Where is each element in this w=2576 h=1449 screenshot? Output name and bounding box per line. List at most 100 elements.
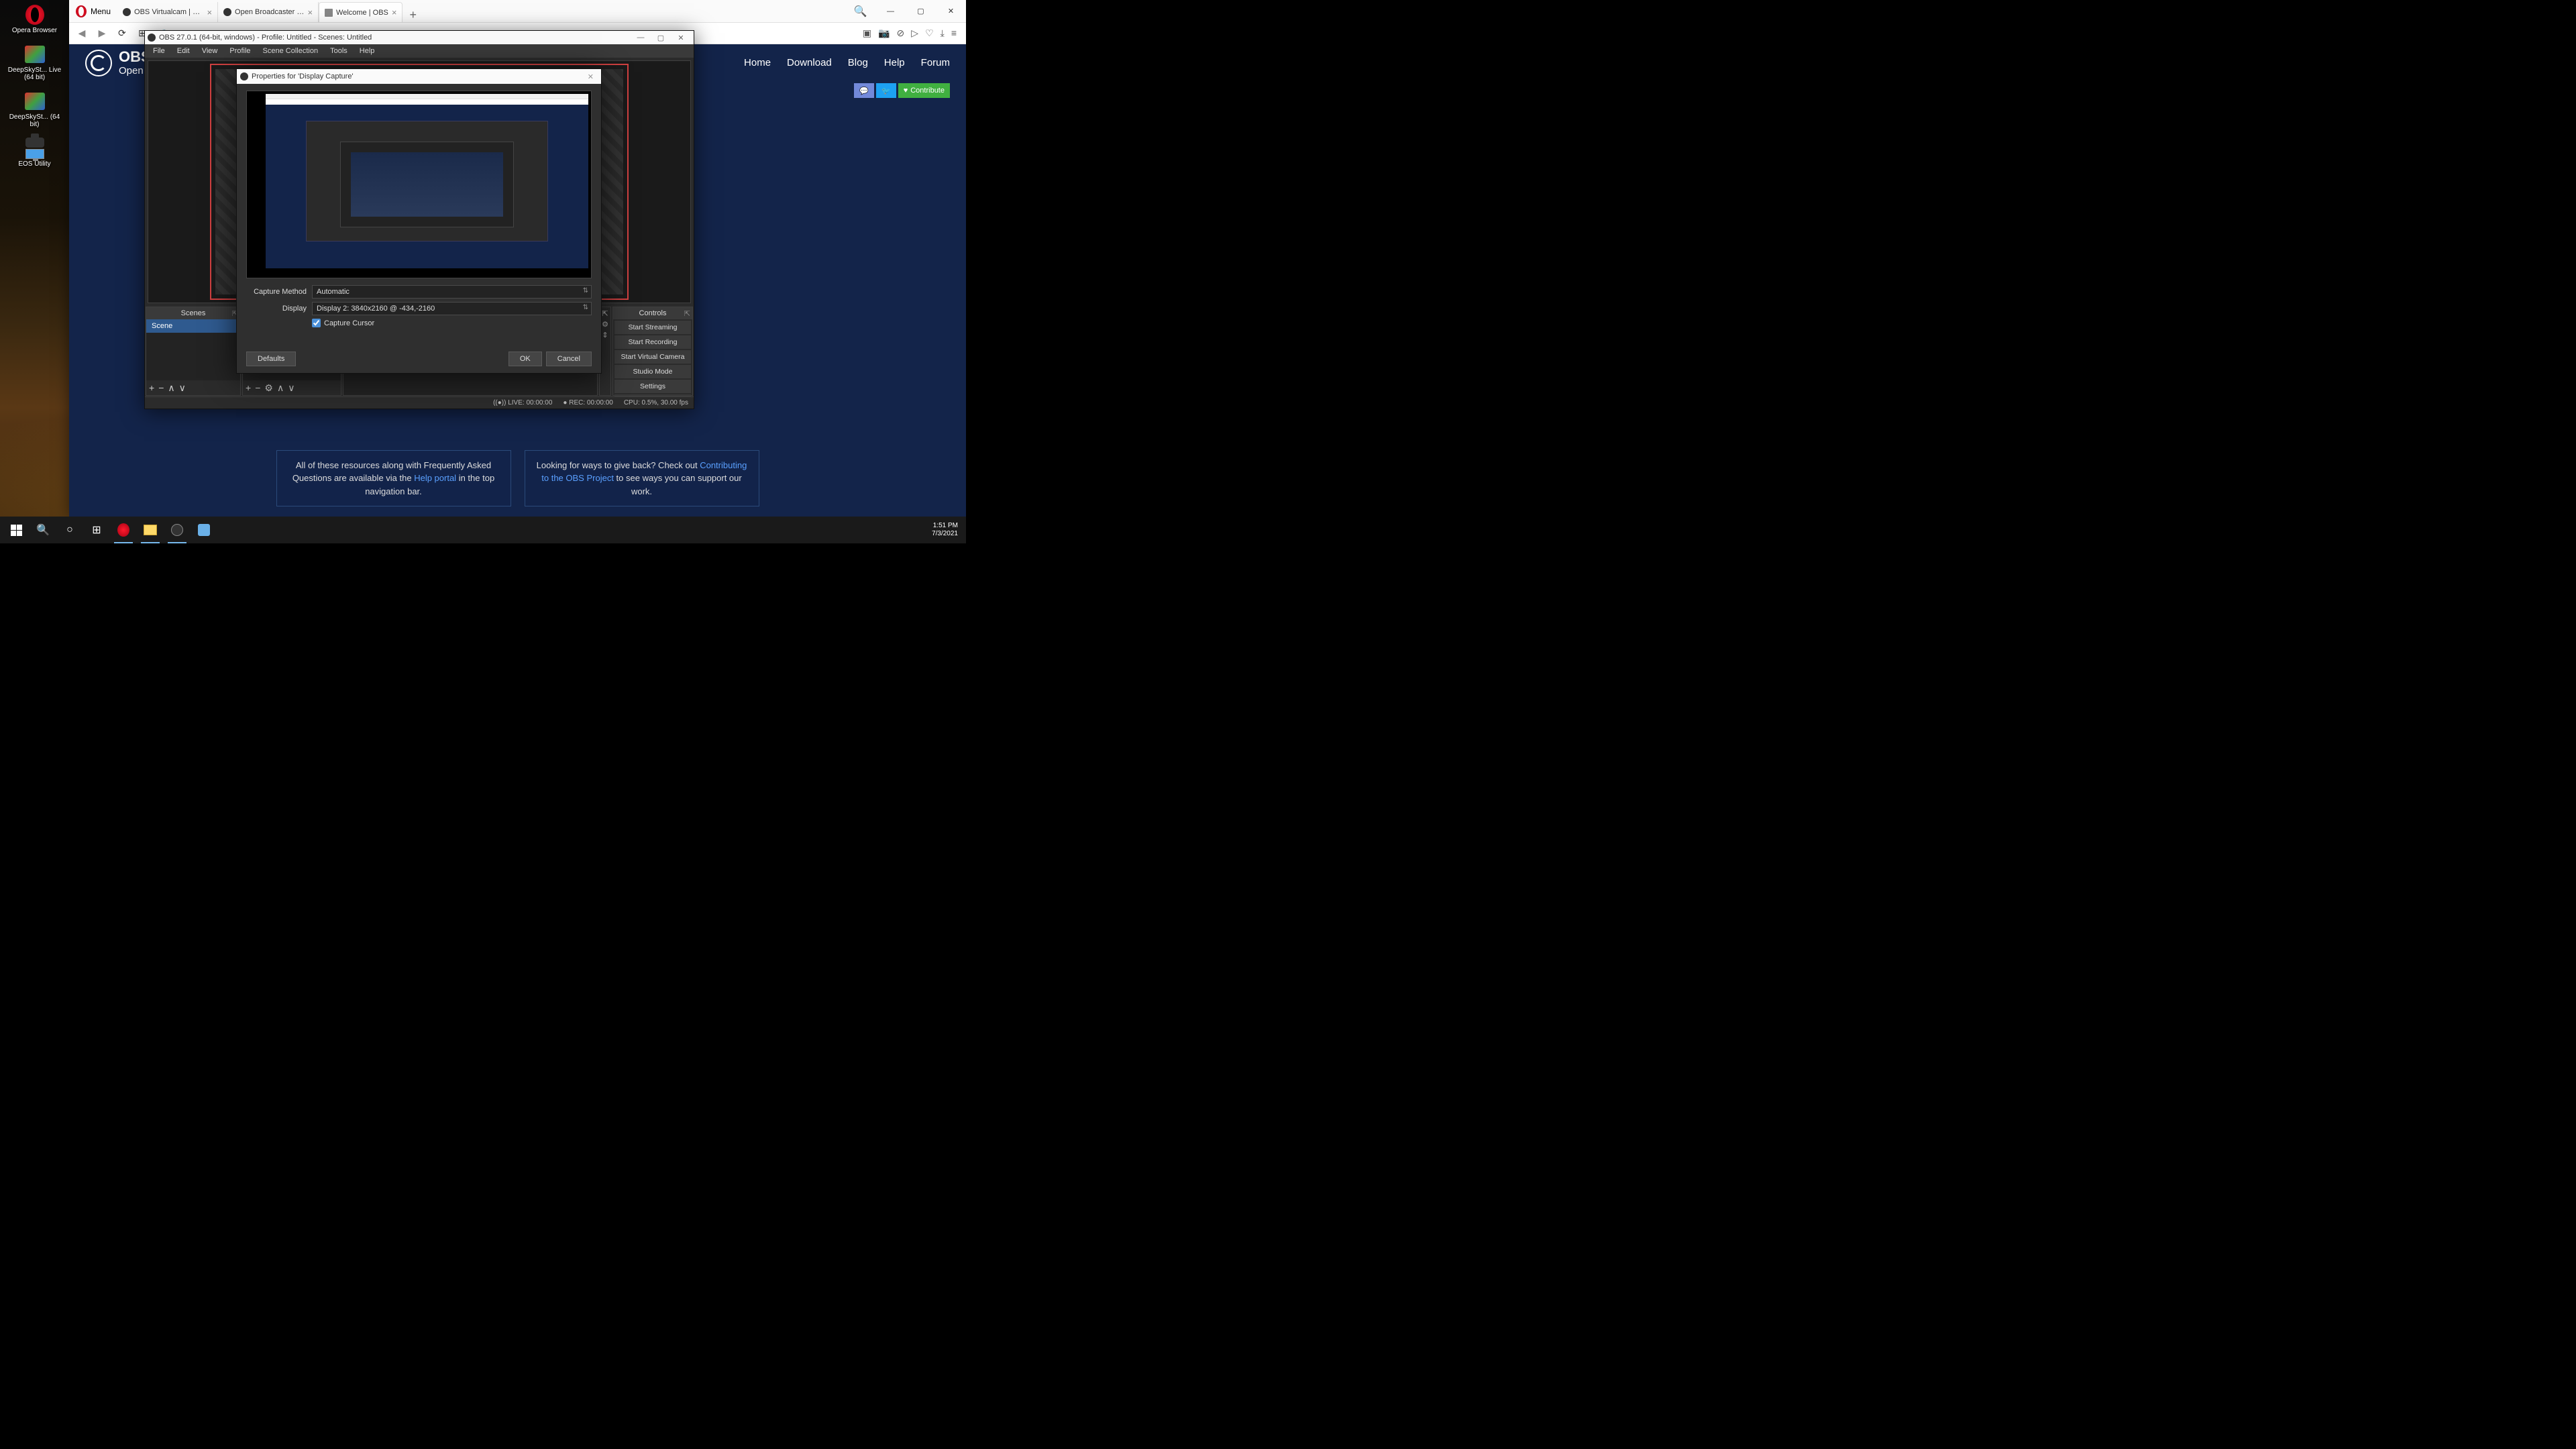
search-button[interactable]: 🔍 — [30, 517, 56, 543]
task-view-button[interactable]: ⊞ — [83, 517, 110, 543]
cancel-button[interactable]: Cancel — [546, 352, 592, 366]
new-tab-button[interactable]: + — [402, 8, 423, 22]
capture-cursor-checkbox[interactable] — [312, 319, 321, 327]
defaults-button[interactable]: Defaults — [246, 352, 296, 366]
monitor-icon — [25, 149, 44, 159]
remove-icon[interactable]: − — [158, 382, 164, 393]
ok-button[interactable]: OK — [508, 352, 542, 366]
taskbar-opera[interactable] — [110, 517, 137, 543]
controls-panel: Controls⇱ Start Streaming Start Recordin… — [612, 307, 693, 396]
display-select[interactable]: Display 2: 3840x2160 @ -434,-2160 — [312, 302, 592, 315]
remove-icon[interactable]: − — [255, 382, 260, 393]
popout-icon[interactable]: ⇱ — [684, 309, 690, 318]
minimize-button[interactable]: — — [631, 34, 651, 42]
taskbar-explorer[interactable] — [137, 517, 164, 543]
tab-open-broadcaster[interactable]: Open Broadcaster Softwar... × — [218, 2, 319, 22]
contribute-button[interactable]: ♥ Contribute — [898, 83, 950, 98]
capture-cursor-label: Capture Cursor — [324, 319, 374, 327]
obs-menubar: File Edit View Profile Scene Collection … — [145, 44, 694, 58]
tab-title: OBS Virtualcam | OBS Foru... — [134, 8, 203, 16]
gear-icon[interactable]: ⚙ — [264, 382, 273, 394]
card-text: Looking for ways to give back? Check out — [537, 460, 700, 470]
maximize-button[interactable]: ▢ — [651, 34, 671, 42]
easy-setup-icon[interactable]: ≡ — [951, 28, 957, 39]
nav-blog[interactable]: Blog — [848, 57, 868, 68]
desktop-icon-opera[interactable]: Opera Browser — [3, 3, 66, 36]
close-button[interactable]: ✕ — [584, 72, 598, 81]
start-button[interactable] — [3, 517, 30, 543]
add-icon[interactable]: + — [149, 382, 154, 393]
close-tab-icon[interactable]: × — [307, 7, 313, 17]
menu-scene-collection[interactable]: Scene Collection — [258, 46, 324, 56]
capture-method-row: Capture Method Automatic — [246, 285, 592, 299]
adblock-icon[interactable]: ⊘ — [897, 28, 905, 39]
camera-icon[interactable]: 📷 — [878, 28, 890, 39]
start-recording-button[interactable]: Start Recording — [614, 335, 691, 349]
obs-window-controls: — ▢ ✕ — [631, 34, 691, 42]
down-icon[interactable]: ∨ — [179, 382, 186, 394]
forward-button[interactable]: ▶ — [95, 26, 109, 41]
desktop-icon-eos[interactable]: EOS Utility — [3, 136, 66, 169]
rec-status: ● REC: 00:00:00 — [563, 399, 612, 407]
settings-button[interactable]: Settings — [614, 380, 691, 393]
obs-titlebar[interactable]: OBS 27.0.1 (64-bit, windows) - Profile: … — [145, 31, 694, 44]
search-tabs-icon[interactable]: 🔍 — [845, 0, 875, 22]
taskbar-obs[interactable] — [164, 517, 191, 543]
discord-button[interactable]: 💬 — [854, 83, 874, 98]
studio-mode-button[interactable]: Studio Mode — [614, 365, 691, 378]
desktop-icon-dss-live[interactable]: DeepSkySt... Live (64 bit) — [3, 42, 66, 83]
capture-method-label: Capture Method — [246, 288, 307, 296]
tab-obs-virtualcam[interactable]: OBS Virtualcam | OBS Foru... × — [117, 2, 218, 22]
menu-help[interactable]: Help — [354, 46, 380, 56]
nav-forum[interactable]: Forum — [921, 57, 950, 68]
menu-view[interactable]: View — [197, 46, 223, 56]
back-button[interactable]: ◀ — [74, 26, 89, 41]
popout-icon[interactable]: ⇱ — [602, 309, 608, 318]
downloads-icon[interactable]: ⤓ — [941, 28, 945, 39]
nav-home[interactable]: Home — [744, 57, 771, 68]
down-icon[interactable]: ∨ — [288, 382, 294, 394]
add-icon[interactable]: + — [246, 382, 251, 393]
gear-icon[interactable]: ⚙ — [602, 320, 608, 329]
up-icon[interactable]: ∧ — [168, 382, 174, 394]
taskbar-app[interactable] — [191, 517, 217, 543]
close-tab-icon[interactable]: × — [207, 7, 212, 17]
start-streaming-button[interactable]: Start Streaming — [614, 321, 691, 334]
browser-tab-bar: Menu OBS Virtualcam | OBS Foru... × Open… — [69, 0, 966, 23]
up-icon[interactable]: ∧ — [277, 382, 284, 394]
nav-download[interactable]: Download — [787, 57, 832, 68]
minimize-button[interactable]: — — [875, 0, 906, 22]
reload-button[interactable]: ⟳ — [115, 26, 129, 41]
close-tab-icon[interactable]: × — [392, 7, 397, 17]
heart-icon[interactable]: ♡ — [925, 28, 934, 39]
favicon — [123, 8, 131, 16]
twitter-button[interactable]: 🐦 — [876, 83, 896, 98]
close-button[interactable]: ✕ — [936, 0, 966, 22]
dialog-buttons: Defaults OK Cancel — [237, 346, 601, 373]
properties-titlebar[interactable]: Properties for 'Display Capture' ✕ — [237, 69, 601, 84]
opera-menu-button[interactable]: Menu — [69, 0, 117, 22]
help-portal-link[interactable]: Help portal — [414, 473, 456, 483]
menu-profile[interactable]: Profile — [224, 46, 256, 56]
system-tray[interactable]: 1:51 PM 7/3/2021 — [932, 522, 963, 538]
vpn-icon[interactable]: ▷ — [911, 28, 918, 39]
toolbar-actions: ▣ 📷 ⊘ ▷ ♡ ⤓ ≡ — [859, 28, 961, 39]
desktop-icon-dss[interactable]: DeepSkySt... (64 bit) — [3, 89, 66, 129]
menu-tools[interactable]: Tools — [325, 46, 353, 56]
capture-method-select[interactable]: Automatic — [312, 285, 592, 299]
nav-help[interactable]: Help — [884, 57, 905, 68]
site-nav: Home Download Blog Help Forum — [744, 57, 950, 68]
tab-welcome-obs[interactable]: Welcome | OBS × — [319, 2, 402, 22]
maximize-button[interactable]: ▢ — [906, 0, 936, 22]
updown-icon[interactable]: ⇕ — [602, 331, 608, 339]
menu-edit[interactable]: Edit — [172, 46, 195, 56]
cortana-button[interactable]: ○ — [56, 517, 83, 543]
scene-item[interactable]: Scene — [146, 319, 240, 333]
clock-time: 1:51 PM — [932, 522, 958, 530]
preview-recursion — [247, 91, 591, 278]
close-button[interactable]: ✕ — [671, 34, 691, 42]
scenes-list[interactable]: Scene — [146, 319, 240, 380]
snapshot-icon[interactable]: ▣ — [863, 28, 871, 39]
start-virtual-camera-button[interactable]: Start Virtual Camera — [614, 350, 691, 364]
menu-file[interactable]: File — [148, 46, 170, 56]
